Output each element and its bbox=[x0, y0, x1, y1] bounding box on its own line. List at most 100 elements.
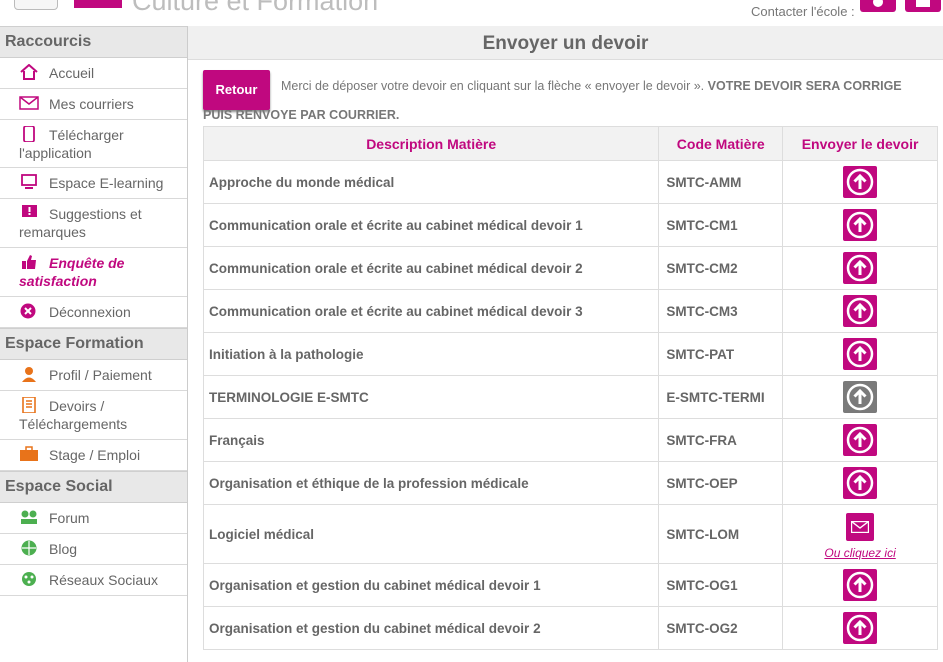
upload-button-disabled bbox=[843, 381, 878, 413]
document-icon bbox=[22, 397, 36, 413]
top-header: Culture et Formation Contacter l'école : bbox=[0, 0, 943, 26]
cell-action bbox=[782, 332, 938, 376]
upload-button[interactable] bbox=[843, 569, 878, 601]
sidebar-item-forum[interactable]: Forum bbox=[0, 503, 187, 534]
envelope-icon bbox=[19, 96, 39, 110]
table-row: Communication orale et écrite au cabinet… bbox=[202, 289, 938, 333]
retour-button[interactable]: Retour bbox=[203, 70, 270, 110]
upload-arrow-icon bbox=[846, 340, 874, 368]
sidebar-item-accueil[interactable]: Accueil bbox=[0, 58, 187, 89]
cell-action bbox=[782, 606, 938, 650]
cell-code: SMTC-LOM bbox=[658, 504, 784, 564]
mail-button[interactable] bbox=[905, 0, 941, 12]
sidebar-item-elearning[interactable]: Espace E-learning bbox=[0, 168, 187, 199]
network-icon bbox=[22, 572, 36, 586]
upload-button[interactable] bbox=[843, 467, 878, 499]
brand-mark bbox=[74, 0, 122, 8]
sidebar-item-blog[interactable]: Blog bbox=[0, 534, 187, 565]
cell-action bbox=[782, 160, 938, 204]
table-row: Communication orale et écrite au cabinet… bbox=[202, 203, 938, 247]
phone-icon bbox=[873, 0, 883, 7]
table-row: TERMINOLOGIE E-SMTC E-SMTC-TERMI bbox=[202, 375, 938, 419]
cell-code: SMTC-OG1 bbox=[658, 563, 784, 607]
menu-button[interactable] bbox=[14, 0, 58, 10]
cell-action bbox=[782, 461, 938, 505]
sidebar-item-deconnexion[interactable]: Déconnexion bbox=[0, 297, 187, 328]
col-description: Description Matière bbox=[202, 126, 660, 161]
cell-action bbox=[782, 203, 938, 247]
sidebar-item-suggestions[interactable]: Suggestions et remarques bbox=[0, 199, 187, 248]
upload-arrow-icon bbox=[846, 297, 874, 325]
users-icon bbox=[21, 510, 37, 524]
cell-description: Communication orale et écrite au cabinet… bbox=[202, 246, 660, 290]
cell-description: Initiation à la pathologie bbox=[202, 332, 660, 376]
close-circle-icon bbox=[20, 303, 36, 319]
upload-button[interactable] bbox=[843, 166, 878, 198]
sidebar-item-application[interactable]: Télécharger l'application bbox=[0, 120, 187, 168]
cell-action: Ou cliquez ici bbox=[782, 504, 938, 564]
cell-code: SMTC-PAT bbox=[658, 332, 784, 376]
cell-description: Logiciel médical bbox=[202, 504, 660, 564]
sidebar-item-label: Profil / Paiement bbox=[49, 367, 152, 383]
cell-code: SMTC-CM2 bbox=[658, 246, 784, 290]
cell-action bbox=[782, 375, 938, 419]
devoirs-table: Description Matière Code Matière Envoyer… bbox=[202, 126, 938, 650]
cell-description: Organisation et gestion du cabinet médic… bbox=[202, 563, 660, 607]
cell-code: E-SMTC-TERMI bbox=[658, 375, 784, 419]
upload-arrow-icon bbox=[846, 469, 874, 497]
table-row: Organisation et gestion du cabinet médic… bbox=[202, 606, 938, 650]
upload-button[interactable] bbox=[843, 612, 878, 644]
sidebar-item-courriers[interactable]: Mes courriers bbox=[0, 89, 187, 120]
cell-action bbox=[782, 246, 938, 290]
sidebar-item-stage[interactable]: Stage / Emploi bbox=[0, 440, 187, 471]
cell-action bbox=[782, 289, 938, 333]
table-row: Approche du monde médical SMTC-AMM bbox=[202, 160, 938, 204]
upload-button[interactable] bbox=[843, 295, 878, 327]
phone-button[interactable] bbox=[860, 0, 896, 12]
sidebar-item-label: Déconnexion bbox=[49, 304, 131, 320]
cell-code: SMTC-CM3 bbox=[658, 289, 784, 333]
upload-arrow-icon bbox=[846, 254, 874, 282]
upload-arrow-icon bbox=[846, 383, 874, 411]
cell-code: SMTC-FRA bbox=[658, 418, 784, 462]
table-row: Logiciel médical SMTC-LOM Ou cliquez ici bbox=[202, 504, 938, 564]
intro-caps-part2: PUIS RENVOYE PAR COURRIER. bbox=[203, 108, 400, 122]
sidebar-item-label: Mes courriers bbox=[49, 96, 134, 112]
briefcase-icon bbox=[20, 446, 38, 461]
cell-description: Organisation et gestion du cabinet médic… bbox=[202, 606, 660, 650]
upload-button[interactable] bbox=[843, 424, 878, 456]
sidebar-item-enquete[interactable]: Enquête de satisfaction bbox=[0, 248, 187, 297]
intro-caps-part1: VOTRE DEVOIR SERA CORRIGE bbox=[707, 79, 902, 93]
alt-link[interactable]: Ou cliquez ici bbox=[783, 546, 937, 560]
sidebar-item-devoirs[interactable]: Devoirs / Téléchargements bbox=[0, 391, 187, 440]
sidebar-item-label: Forum bbox=[49, 510, 90, 526]
sidebar-item-label: Accueil bbox=[49, 65, 95, 81]
sidebar-item-reseaux[interactable]: Réseaux Sociaux bbox=[0, 565, 187, 596]
section-formation: Espace Formation bbox=[0, 328, 187, 360]
mobile-icon bbox=[23, 126, 35, 142]
section-raccourcis: Raccourcis bbox=[0, 26, 187, 58]
section-social: Espace Social bbox=[0, 471, 187, 503]
mail-icon bbox=[851, 521, 870, 533]
globe-icon bbox=[21, 540, 37, 556]
table-row: Initiation à la pathologie SMTC-PAT bbox=[202, 332, 938, 376]
upload-arrow-icon bbox=[846, 168, 874, 196]
sidebar: Raccourcis Accueil Mes courriers Télécha… bbox=[0, 26, 188, 662]
upload-button[interactable] bbox=[843, 209, 878, 241]
sidebar-item-profil[interactable]: Profil / Paiement bbox=[0, 360, 187, 391]
upload-button[interactable] bbox=[843, 338, 878, 370]
cell-code: SMTC-OG2 bbox=[658, 606, 784, 650]
upload-button[interactable] bbox=[843, 252, 878, 284]
cell-code: SMTC-OEP bbox=[658, 461, 784, 505]
table-row: Organisation et gestion du cabinet médic… bbox=[202, 563, 938, 607]
user-icon bbox=[22, 367, 36, 382]
upload-arrow-icon bbox=[846, 614, 874, 642]
intro-text: Merci de déposer votre devoir en cliquan… bbox=[281, 79, 926, 93]
send-by-mail-button[interactable] bbox=[846, 513, 875, 541]
cell-description: Communication orale et écrite au cabinet… bbox=[202, 203, 660, 247]
cell-code: SMTC-AMM bbox=[658, 160, 784, 204]
mail-icon bbox=[916, 0, 930, 7]
brand-logo[interactable]: Culture et Formation bbox=[74, 0, 378, 17]
upload-arrow-icon bbox=[846, 571, 874, 599]
table-row: Organisation et éthique de la profession… bbox=[202, 461, 938, 505]
